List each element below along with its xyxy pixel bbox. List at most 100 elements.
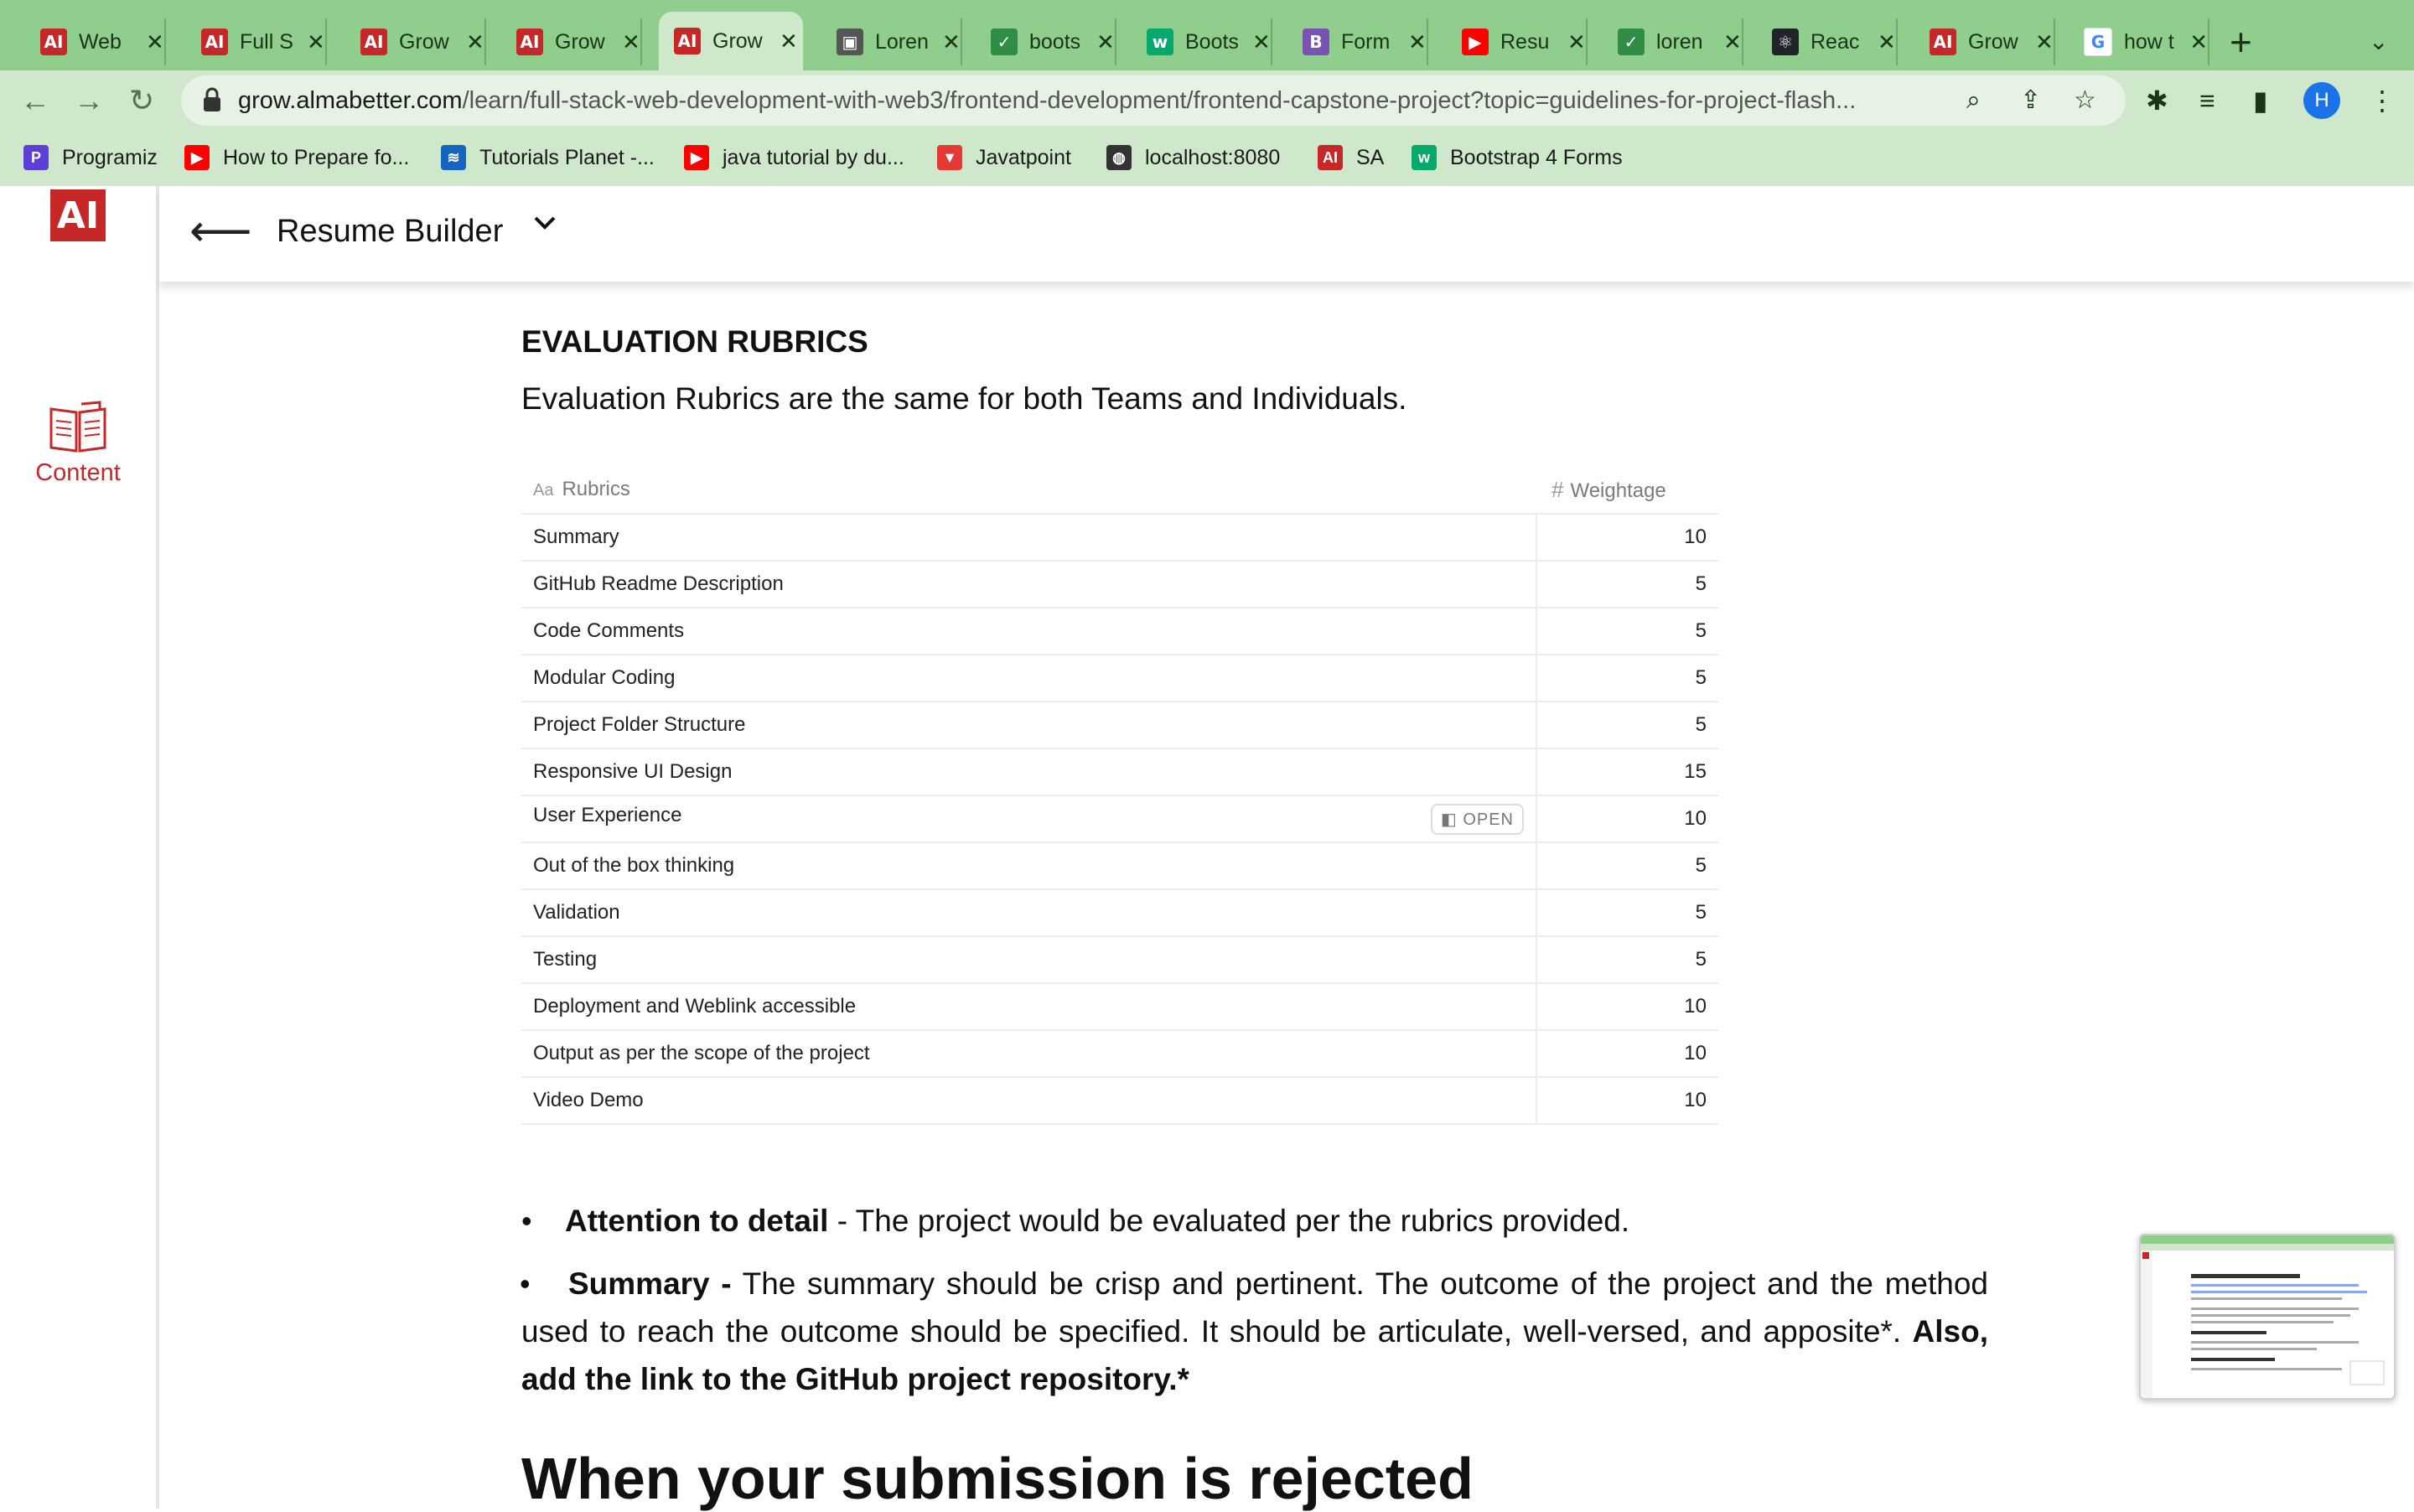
page-title[interactable]: Resume Builder <box>277 208 503 255</box>
close-tab-icon[interactable]: ✕ <box>942 29 961 55</box>
more-menu-icon[interactable]: ⋮ <box>2369 82 2396 119</box>
chevron-down-icon[interactable] <box>533 215 557 236</box>
browser-tab[interactable]: AI Grow ✕ <box>659 12 803 70</box>
bookmark-item[interactable]: P Programiz <box>23 141 158 174</box>
table-row[interactable]: Video Demo 10 <box>521 1077 1718 1125</box>
browser-tab[interactable]: AI Full S ✕ <box>186 18 327 65</box>
weightage-cell[interactable]: 10 <box>1536 1077 1718 1125</box>
close-tab-icon[interactable]: ✕ <box>1252 29 1271 55</box>
close-tab-icon[interactable]: ✕ <box>2189 29 2208 55</box>
close-tab-icon[interactable]: ✕ <box>1096 29 1115 55</box>
bookmark-item[interactable]: ▶ How to Prepare fo... <box>184 141 409 174</box>
side-panel-icon[interactable]: ▮ <box>2253 82 2268 119</box>
rubric-cell[interactable]: Out of the box thinking <box>521 842 1536 890</box>
address-bar[interactable]: grow.almabetter.com/learn/full-stack-web… <box>181 75 2126 126</box>
reload-icon[interactable]: ↻ <box>129 82 154 119</box>
weightage-cell[interactable]: 5 <box>1536 702 1718 749</box>
table-row[interactable]: Deployment and Weblink accessible 10 <box>521 983 1718 1031</box>
close-tab-icon[interactable]: ✕ <box>1723 29 1742 55</box>
column-header-rubrics[interactable]: Aa Rubrics <box>521 466 1536 515</box>
rubric-cell[interactable]: Deployment and Weblink accessible <box>521 983 1536 1031</box>
tab-search-chevron-icon[interactable]: ⌄ <box>2369 18 2388 65</box>
rubric-cell[interactable]: Validation <box>521 889 1536 937</box>
browser-tab[interactable]: B Form ✕ <box>1287 18 1428 65</box>
rubric-cell[interactable]: GitHub Readme Description <box>521 561 1536 608</box>
zoom-icon[interactable]: ⌕ <box>1966 84 1981 117</box>
rubric-cell[interactable]: Output as per the scope of the project <box>521 1030 1536 1078</box>
bookmark-item[interactable]: w Bootstrap 4 Forms <box>1412 141 1623 174</box>
back-nav-icon[interactable]: ← <box>20 82 50 119</box>
column-header-weightage[interactable]: # Weightage <box>1536 466 1718 515</box>
browser-tab[interactable]: Ghow t ✕ <box>2069 18 2209 65</box>
table-row[interactable]: GitHub Readme Description 5 <box>521 561 1718 608</box>
table-row[interactable]: Modular Coding 5 <box>521 655 1718 702</box>
forward-nav-icon[interactable]: → <box>74 82 104 119</box>
close-tab-icon[interactable]: ✕ <box>1567 29 1586 55</box>
weightage-cell[interactable]: 10 <box>1536 983 1718 1031</box>
rubric-cell[interactable]: Code Comments <box>521 608 1536 655</box>
rubric-cell[interactable]: Responsive UI Design <box>521 748 1536 796</box>
close-tab-icon[interactable]: ✕ <box>1878 29 1896 55</box>
browser-tab[interactable]: ▣ Loren ✕ <box>821 18 962 65</box>
almabetter-logo[interactable]: AI <box>50 189 106 241</box>
table-row[interactable]: Summary 10 <box>521 514 1718 562</box>
back-arrow-icon[interactable]: ⟵ <box>189 206 252 256</box>
browser-tab[interactable]: ✓ boots ✕ <box>976 18 1116 65</box>
rubric-cell[interactable]: Modular Coding <box>521 655 1536 702</box>
table-row[interactable]: Code Comments 5 <box>521 608 1718 655</box>
table-row[interactable]: Project Folder Structure 5 <box>521 702 1718 749</box>
weightage-cell[interactable]: 5 <box>1536 936 1718 984</box>
share-icon[interactable]: ⇪ <box>2020 84 2041 117</box>
table-row[interactable]: Output as per the scope of the project 10 <box>521 1030 1718 1078</box>
weightage-cell[interactable]: 10 <box>1536 795 1718 843</box>
browser-tab[interactable]: ⚛ Reac ✕ <box>1757 18 1898 65</box>
rubric-cell[interactable]: Summary <box>521 514 1536 562</box>
bookmark-item[interactable]: AI SA <box>1318 141 1384 174</box>
bookmark-item[interactable]: ≋ Tutorials Planet -... <box>441 141 655 174</box>
media-control-icon[interactable]: ≡ <box>2199 82 2215 119</box>
close-tab-icon[interactable]: ✕ <box>146 29 164 55</box>
weightage-cell[interactable]: 5 <box>1536 655 1718 702</box>
weightage-cell[interactable]: 10 <box>1536 514 1718 562</box>
browser-tab[interactable]: w Boots ✕ <box>1132 18 1272 65</box>
weightage-cell[interactable]: 5 <box>1536 608 1718 655</box>
rubric-cell[interactable]: Testing <box>521 936 1536 984</box>
browser-tab[interactable]: ✓ loren ✕ <box>1603 18 1743 65</box>
weightage-cell[interactable]: 10 <box>1536 1030 1718 1078</box>
bookmark-label: Tutorials Planet -... <box>479 145 655 169</box>
browser-tab[interactable]: AI Grow ✕ <box>1914 18 2055 65</box>
page-thumbnail-preview[interactable] <box>2139 1234 2396 1400</box>
browser-tab[interactable]: AI Grow ✕ <box>501 18 642 65</box>
bookmark-star-icon[interactable]: ☆ <box>2074 84 2096 117</box>
rubric-cell[interactable]: Video Demo <box>521 1077 1536 1125</box>
rubric-cell[interactable]: User Experience ◧ OPEN <box>521 795 1536 843</box>
table-row[interactable]: Out of the box thinking 5 <box>521 842 1718 890</box>
open-row-button[interactable]: ◧ OPEN <box>1430 803 1524 835</box>
new-tab-button[interactable]: + <box>2230 18 2252 65</box>
browser-tab[interactable]: AI Grow ✕ <box>345 18 486 65</box>
rubric-cell[interactable]: Project Folder Structure <box>521 702 1536 749</box>
weightage-cell[interactable]: 5 <box>1536 889 1718 937</box>
url-text[interactable]: grow.almabetter.com/learn/full-stack-web… <box>238 75 1965 126</box>
bookmark-item[interactable]: ▼ Javatpoint <box>937 141 1071 174</box>
close-tab-icon[interactable]: ✕ <box>466 29 484 55</box>
table-row[interactable]: User Experience ◧ OPEN 10 <box>521 795 1718 843</box>
table-row[interactable]: Validation 5 <box>521 889 1718 937</box>
weightage-cell[interactable]: 15 <box>1536 748 1718 796</box>
browser-tab[interactable]: AI Web ✕ <box>25 18 166 65</box>
close-tab-icon[interactable]: ✕ <box>307 29 325 55</box>
weightage-cell[interactable]: 5 <box>1536 842 1718 890</box>
browser-tab[interactable]: ▶ Resu ✕ <box>1447 18 1588 65</box>
close-tab-icon[interactable]: ✕ <box>780 28 798 54</box>
weightage-cell[interactable]: 5 <box>1536 561 1718 608</box>
table-row[interactable]: Responsive UI Design 15 <box>521 748 1718 796</box>
close-tab-icon[interactable]: ✕ <box>2035 29 2054 55</box>
bookmark-item[interactable]: ◍ localhost:8080 <box>1106 141 1280 174</box>
bookmark-item[interactable]: ▶ java tutorial by du... <box>684 141 904 174</box>
sidebar-item-content[interactable]: Content <box>17 401 139 487</box>
table-row[interactable]: Testing 5 <box>521 936 1718 984</box>
profile-avatar[interactable]: H <box>2303 82 2340 119</box>
close-tab-icon[interactable]: ✕ <box>622 29 640 55</box>
close-tab-icon[interactable]: ✕ <box>1408 29 1427 55</box>
extensions-icon[interactable]: ✱ <box>2146 82 2168 119</box>
